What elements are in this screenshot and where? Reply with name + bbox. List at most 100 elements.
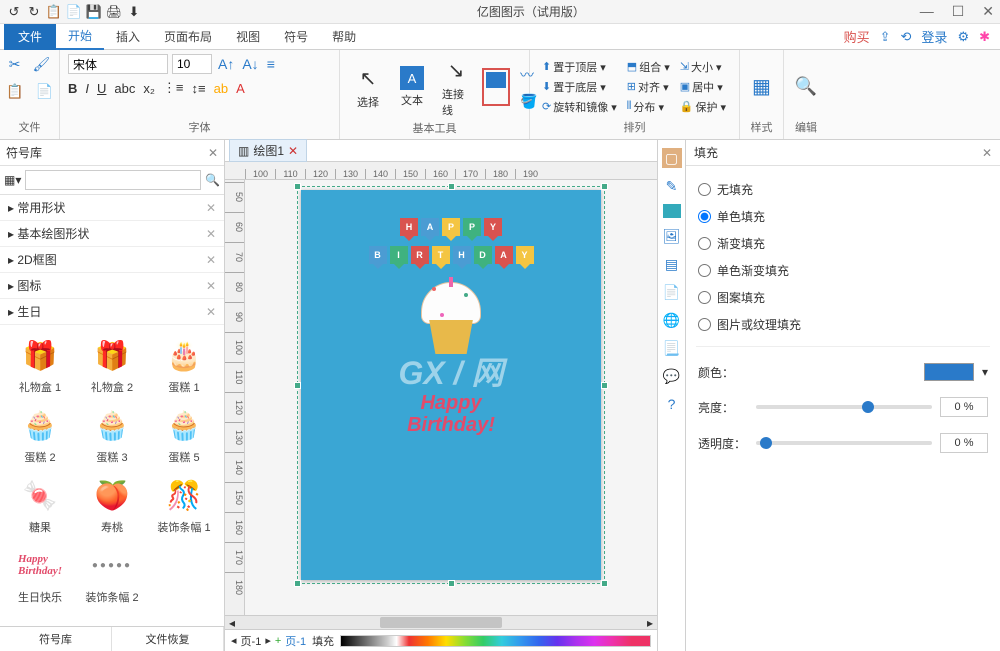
shape-9[interactable]: HappyBirthday!生日快乐	[6, 541, 74, 607]
page-tab-label[interactable]: 页-1	[285, 633, 306, 649]
left-footer-tab-0[interactable]: 符号库	[0, 627, 112, 651]
arrange-7[interactable]: ⫴ 分布 ▾	[623, 98, 674, 116]
right-panel-close-icon[interactable]: ✕	[982, 146, 992, 160]
library-search-input[interactable]	[25, 170, 201, 190]
underline-button[interactable]: U	[97, 81, 106, 96]
library-filter-icon[interactable]: ▦▾	[4, 173, 21, 187]
strike-button[interactable]: abc	[114, 81, 135, 96]
fill-tool[interactable]	[482, 68, 510, 106]
close-button[interactable]: ✕	[982, 3, 994, 20]
image-icon[interactable]: 🖼	[662, 226, 682, 246]
birthday-card-page[interactable]: HAPPY BIRTHDAY GX / 网 Hap	[301, 190, 601, 580]
font-name-select[interactable]	[68, 54, 168, 74]
cut-icon[interactable]: ✂	[7, 54, 23, 75]
document-tab[interactable]: ▥ 绘图1 ✕	[229, 139, 307, 162]
shape-3[interactable]: 🧁蛋糕 2	[6, 401, 74, 467]
tab-插入[interactable]: 插入	[104, 24, 152, 50]
arrange-5[interactable]: ▣ 居中 ▾	[676, 78, 730, 96]
find-icon[interactable]: 🔍	[793, 74, 819, 99]
thumbnail-icon[interactable]: ▢	[662, 148, 682, 168]
comment-icon[interactable]: 💬	[662, 366, 682, 386]
minimize-button[interactable]: —	[920, 3, 934, 20]
font-size-select[interactable]	[172, 54, 212, 74]
qat-icon-5[interactable]: 🖨	[106, 4, 122, 20]
color-dropdown-icon[interactable]: ▾	[982, 365, 988, 379]
category-1[interactable]: ▸ 基本绘图形状✕	[0, 221, 224, 247]
fill-option-3[interactable]: 单色渐变填充	[696, 257, 990, 284]
add-page-icon[interactable]: +	[275, 635, 281, 647]
fill-panel-icon[interactable]	[663, 204, 681, 218]
shape-5[interactable]: 🧁蛋糕 5	[150, 401, 218, 467]
category-2[interactable]: ▸ 2D框图✕	[0, 247, 224, 273]
brightness-slider[interactable]	[756, 405, 932, 409]
category-0[interactable]: ▸ 常用形状✕	[0, 195, 224, 221]
category-close-icon[interactable]: ✕	[206, 227, 216, 241]
page-nav-label[interactable]: 页-1	[241, 633, 262, 649]
subscript-button[interactable]: x₂	[143, 81, 155, 96]
shape-4[interactable]: 🧁蛋糕 3	[78, 401, 146, 467]
category-close-icon[interactable]: ✕	[206, 305, 216, 319]
line-spacing-button[interactable]: ↕≡	[192, 81, 206, 96]
qat-icon-4[interactable]: 💾	[86, 4, 102, 20]
search-icon[interactable]: 🔍	[205, 173, 220, 187]
fill-option-0[interactable]: 无填充	[696, 176, 990, 203]
category-close-icon[interactable]: ✕	[206, 279, 216, 293]
opacity-value[interactable]: 0 %	[940, 433, 988, 453]
selection-handles[interactable]	[297, 186, 605, 584]
arrange-0[interactable]: ⬆ 置于顶层 ▾	[538, 58, 621, 76]
increase-font-icon[interactable]: A↑	[216, 54, 236, 74]
category-4[interactable]: ▸ 生日✕	[0, 299, 224, 325]
arrange-2[interactable]: ⇲ 大小 ▾	[676, 58, 730, 76]
document-tab-close-icon[interactable]: ✕	[288, 144, 298, 158]
left-footer-tab-1[interactable]: 文件恢复	[112, 627, 224, 651]
qat-icon-3[interactable]: 📄	[66, 4, 82, 20]
align-icon[interactable]: ≡	[265, 54, 277, 74]
color-picker[interactable]	[924, 363, 974, 381]
shape-2[interactable]: 🎂蛋糕 1	[150, 331, 218, 397]
tab-file[interactable]: 文件	[4, 24, 56, 50]
category-3[interactable]: ▸ 图标✕	[0, 273, 224, 299]
page-icon[interactable]: 📃	[662, 338, 682, 358]
shape-6[interactable]: 🍬糖果	[6, 471, 74, 537]
pencil-icon[interactable]: ✎	[662, 176, 682, 196]
brightness-value[interactable]: 0 %	[940, 397, 988, 417]
tab-视图[interactable]: 视图	[224, 24, 272, 50]
shape-10[interactable]: ●●●●●装饰条幅 2	[78, 541, 146, 607]
italic-button[interactable]: I	[85, 81, 89, 96]
qat-icon-1[interactable]: ↻	[26, 4, 42, 20]
left-panel-close-icon[interactable]: ✕	[208, 146, 218, 160]
font-color-button[interactable]: A	[236, 81, 245, 96]
horizontal-scrollbar[interactable]: ◂▸	[225, 615, 657, 629]
arrange-3[interactable]: ⬇ 置于底层 ▾	[538, 78, 621, 96]
select-tool[interactable]: ↖选择	[348, 62, 388, 112]
canvas-viewport[interactable]: HAPPY BIRTHDAY GX / 网 Hap	[245, 180, 657, 615]
qat-icon-2[interactable]: 📋	[46, 4, 62, 20]
page-next-icon[interactable]: ▸	[265, 634, 271, 647]
connector-tool[interactable]: ↘连接线	[436, 54, 476, 120]
arrange-6[interactable]: ⟳ 旋转和镜像 ▾	[538, 98, 621, 116]
arrange-1[interactable]: ⬒ 组合 ▾	[623, 58, 674, 76]
bold-button[interactable]: B	[68, 81, 77, 96]
style-icon[interactable]: ▦	[750, 72, 773, 101]
shape-7[interactable]: 🍑寿桃	[78, 471, 146, 537]
paste-icon[interactable]: 📄	[34, 81, 55, 102]
bullets-button[interactable]: ⋮≡	[163, 80, 184, 96]
shape-0[interactable]: 🎁礼物盒 1	[6, 331, 74, 397]
arrange-4[interactable]: ⊞ 对齐 ▾	[623, 78, 674, 96]
color-palette-strip[interactable]	[340, 635, 651, 647]
category-close-icon[interactable]: ✕	[206, 201, 216, 215]
buy-link[interactable]: 购买	[844, 27, 870, 46]
shape-1[interactable]: 🎁礼物盒 2	[78, 331, 146, 397]
copy-icon[interactable]: 📋	[4, 81, 25, 102]
tab-页面布局[interactable]: 页面布局	[152, 24, 224, 50]
qat-icon-6[interactable]: ⬇	[126, 4, 142, 20]
qat-icon-0[interactable]: ↺	[6, 4, 22, 20]
decrease-font-icon[interactable]: A↓	[240, 54, 260, 74]
page-prev-icon[interactable]: ◂	[231, 634, 237, 647]
share-icon[interactable]: ⇪	[880, 29, 891, 45]
highlight-button[interactable]: ab	[214, 81, 228, 96]
fill-option-5[interactable]: 图片或纹理填充	[696, 311, 990, 338]
globe-icon[interactable]: 🌐	[662, 310, 682, 330]
text-tool[interactable]: A文本	[394, 64, 430, 110]
arrange-8[interactable]: 🔒 保护 ▾	[676, 98, 730, 116]
